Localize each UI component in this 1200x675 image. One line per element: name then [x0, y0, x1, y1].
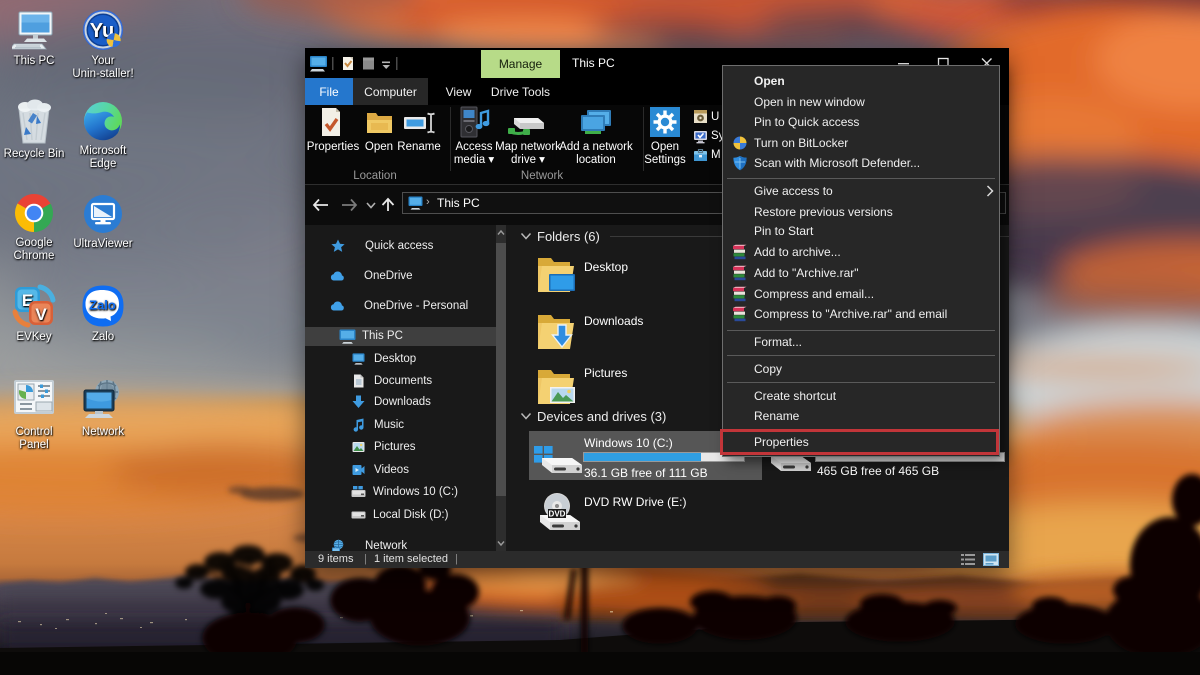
svg-text:Zalo: Zalo: [89, 298, 116, 313]
svg-text:DVD: DVD: [549, 510, 566, 519]
svg-text:V: V: [35, 305, 47, 324]
